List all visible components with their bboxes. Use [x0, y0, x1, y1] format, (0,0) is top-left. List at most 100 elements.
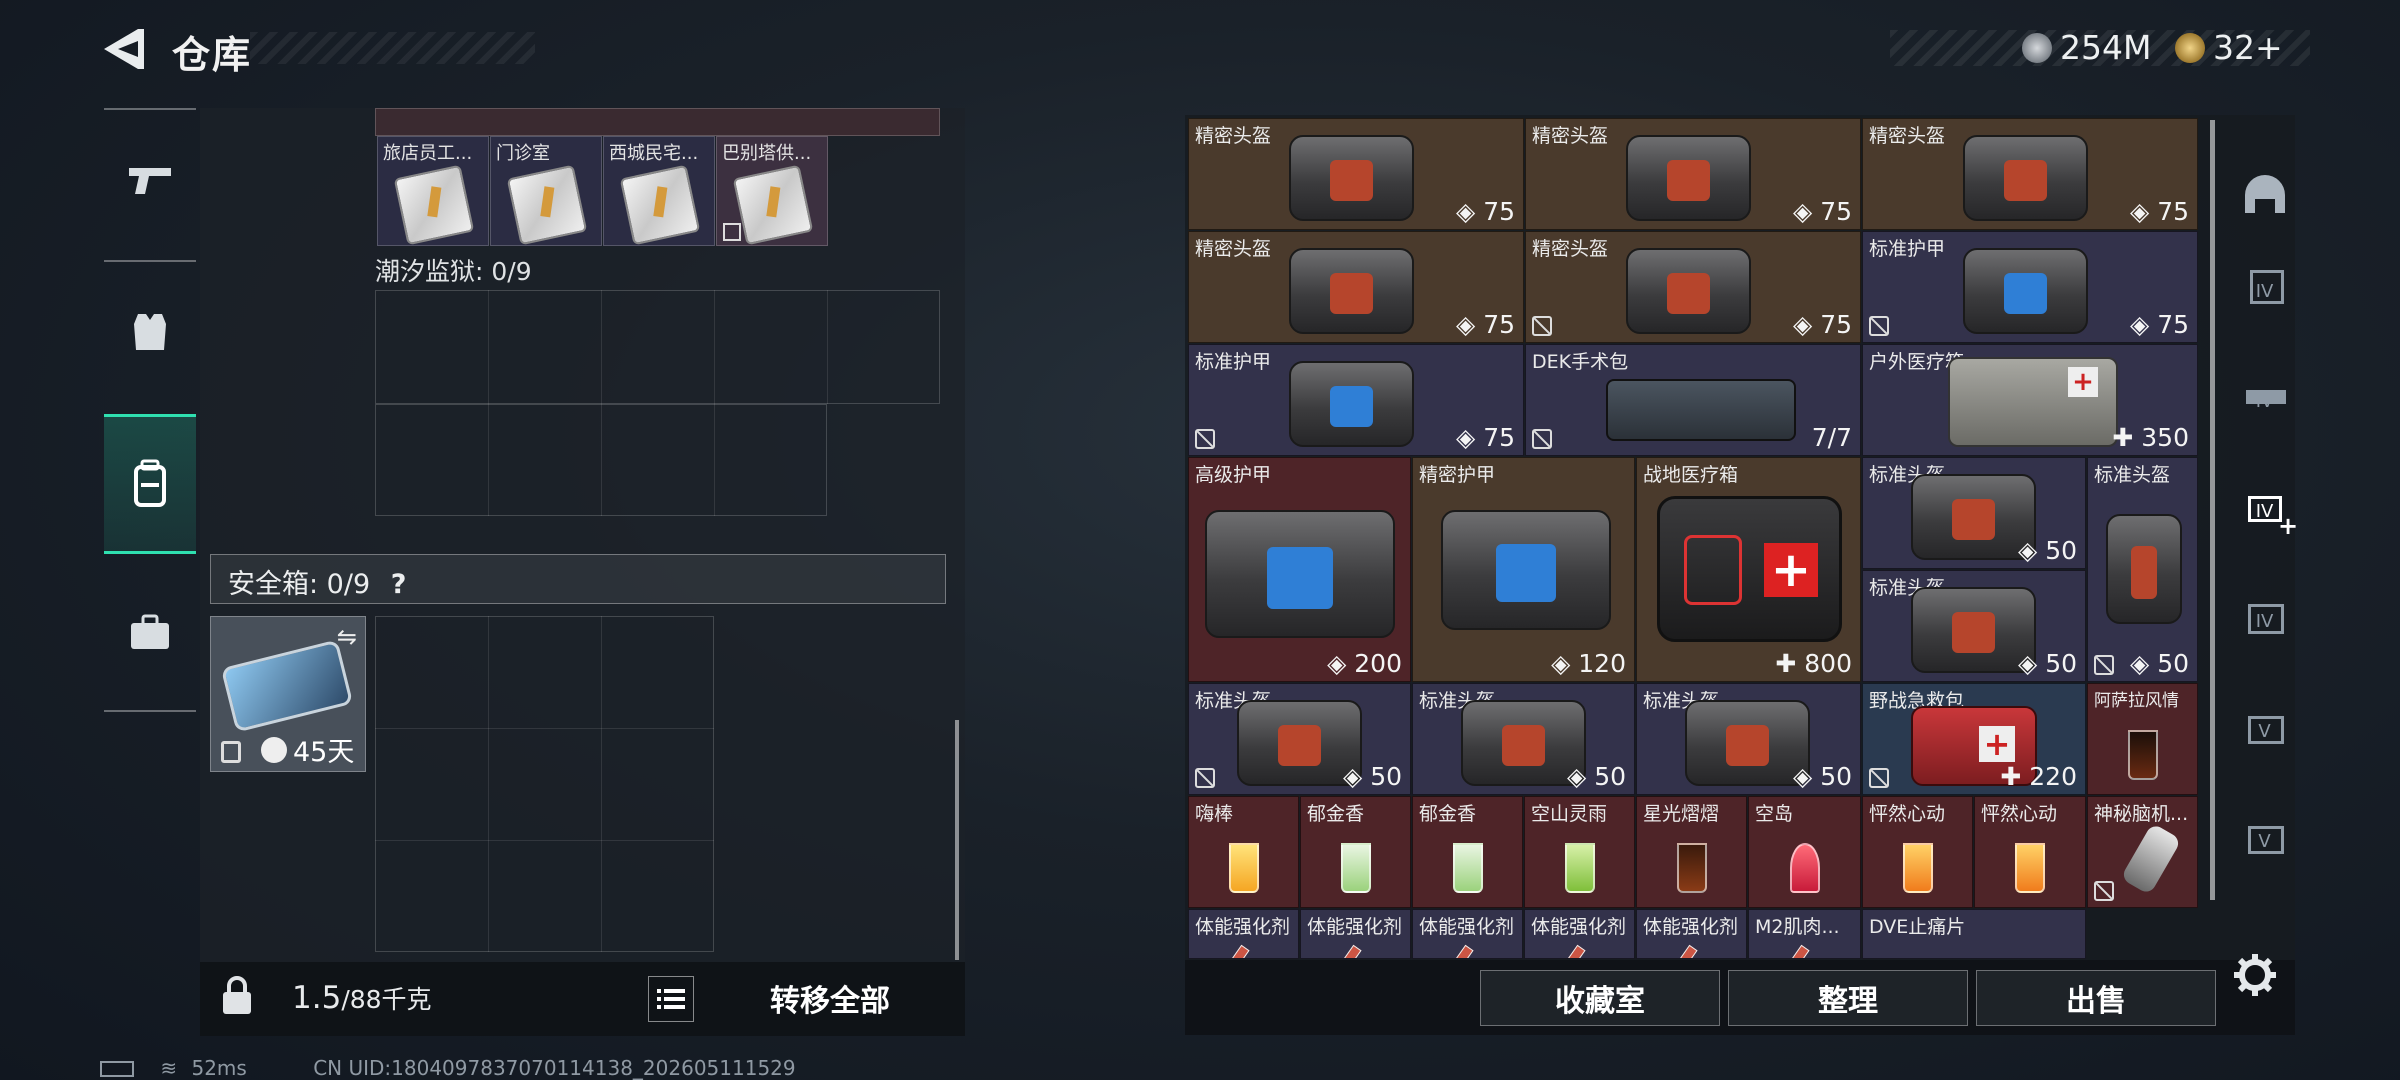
warehouse-item[interactable]: 星光熠熠: [1636, 796, 1747, 908]
safe-box-item[interactable]: ⇋ 45天: [210, 616, 366, 772]
warehouse-item[interactable]: 户外医疗箱 + ✚ 350: [1862, 344, 2198, 456]
warehouse-item[interactable]: 怦然心动: [1974, 796, 2086, 908]
rail-tab-armor[interactable]: [104, 262, 196, 402]
warehouse-item[interactable]: 体能强化剂: [1300, 909, 1411, 959]
ping-value: 52ms: [191, 1056, 247, 1080]
list-icon: [657, 989, 685, 1009]
item-name: DVE止痛片: [1869, 916, 1966, 938]
rail-tab-item-v2[interactable]: V: [2222, 786, 2307, 896]
item-name: 精密头盔: [1869, 125, 1946, 147]
warehouse-item[interactable]: M2肌肉...: [1748, 909, 1861, 959]
rail-tab-armor-iv[interactable]: IV: [2222, 236, 2307, 346]
warehouse-item[interactable]: DEK手术包 7/7: [1525, 344, 1861, 456]
organize-button[interactable]: 整理: [1728, 970, 1968, 1026]
item-name: DEK手术包: [1532, 351, 1629, 373]
item-name: 神秘脑机...: [2094, 803, 2189, 825]
rail-tab-toolbox[interactable]: [104, 562, 196, 702]
sell-button[interactable]: 出售: [1976, 970, 2216, 1026]
warehouse-item[interactable]: 标准护甲 ◈ 75: [1188, 344, 1524, 456]
item-heal-amount: ✚ 220: [2000, 762, 2077, 791]
weight-display: 1.5/88千克: [292, 980, 432, 1016]
loot-item-keycard[interactable]: 门诊室: [490, 136, 602, 246]
warehouse-item[interactable]: 空岛: [1748, 796, 1861, 908]
safe-box-grid[interactable]: [375, 616, 714, 952]
warehouse-item[interactable]: 野战急救包 + ✚ 220: [1862, 683, 2086, 795]
help-icon[interactable]: ?: [391, 569, 407, 600]
warehouse-item[interactable]: 郁金香: [1300, 796, 1411, 908]
warehouse-category-rail: IV IV IV + IV V V: [2222, 140, 2307, 940]
warehouse-item[interactable]: 体能强化剂: [1412, 909, 1523, 959]
rail-tab-helmet[interactable]: [2222, 140, 2307, 250]
shield-icon: ◈: [1551, 649, 1571, 678]
warehouse-item[interactable]: 空山灵雨: [1524, 796, 1635, 908]
list-view-button[interactable]: [648, 976, 694, 1022]
warehouse-item[interactable]: 体能强化剂: [1524, 909, 1635, 959]
rail-tab-backpack[interactable]: [104, 414, 196, 554]
plus-icon: ✚: [2000, 762, 2022, 791]
keycard-icon: [619, 164, 701, 245]
swap-icon: ⇋: [336, 623, 357, 651]
shield-icon: ◈: [2018, 536, 2038, 565]
left-scrollbar[interactable]: [955, 720, 959, 960]
warehouse-item[interactable]: 精密头盔 ◈ 75: [1525, 231, 1861, 343]
warehouse-item[interactable]: 精密护甲 ◈ 120: [1412, 457, 1635, 682]
item-durability: ◈ 75: [2130, 310, 2189, 339]
warehouse-item[interactable]: 神秘脑机...: [2087, 796, 2198, 908]
warehouse-item[interactable]: DVE止痛片: [1862, 909, 2086, 959]
warehouse-item[interactable]: 标准头盔 ◈ 50: [2087, 457, 2198, 682]
rail-tab-weapon-iv[interactable]: IV: [2222, 346, 2307, 456]
loot-item-keycard[interactable]: 旅店员工...: [377, 136, 489, 246]
pistol-icon: [129, 168, 171, 194]
item-name: 巴别塔供...: [722, 143, 812, 164]
grid-line: [601, 616, 602, 952]
warehouse-item[interactable]: 标准头盔 ◈ 50: [1862, 457, 2086, 569]
warehouse-item[interactable]: 郁金香: [1412, 796, 1523, 908]
warehouse-item[interactable]: 标准头盔 ◈ 50: [1636, 683, 1861, 795]
drink-icon: [1902, 843, 1933, 893]
helmet-case-icon: [1289, 248, 1414, 334]
rail-tab-medical-iv[interactable]: IV +: [2222, 456, 2307, 566]
warehouse-item[interactable]: 高级护甲 ◈ 200: [1188, 457, 1411, 682]
loot-item-keycard[interactable]: 西城民宅...: [603, 136, 715, 246]
shield-icon: ◈: [1456, 423, 1476, 452]
transfer-all-button[interactable]: 转移全部: [715, 968, 945, 1028]
status-bar: ≋ 52ms CN UID:1804097837070114138_202605…: [100, 1056, 796, 1080]
warehouse-item[interactable]: 精密头盔 ◈ 75: [1188, 118, 1524, 230]
warehouse-item[interactable]: 标准头盔 ◈ 50: [1188, 683, 1411, 795]
warehouse-item[interactable]: 体能强化剂: [1188, 909, 1299, 959]
armor-vest-icon: [134, 314, 166, 350]
coin-icon: [2022, 33, 2052, 63]
item-durability: ◈ 75: [2130, 197, 2189, 226]
not-tradable-icon: [1532, 429, 1552, 449]
warehouse-item[interactable]: 标准头盔 ◈ 50: [1412, 683, 1635, 795]
warehouse-scrollbar[interactable]: [2210, 120, 2215, 900]
warehouse-item[interactable]: 怦然心动: [1862, 796, 1973, 908]
shield-icon: ◈: [1327, 649, 1347, 678]
collection-room-button[interactable]: 收藏室: [1480, 970, 1720, 1026]
drink-icon: [2015, 843, 2045, 893]
syringe-icon: [1554, 944, 1586, 958]
rail-tab-ammo-iv[interactable]: IV: [2222, 566, 2307, 676]
warehouse-item[interactable]: 嗨棒: [1188, 796, 1299, 908]
not-tradable-icon: [723, 223, 741, 241]
rail-tab-weapons[interactable]: [104, 110, 196, 250]
loot-item-keycard[interactable]: 巴别塔供...: [716, 136, 828, 246]
prison-grid-row[interactable]: [375, 290, 940, 404]
item-name: M2肌肉...: [1755, 916, 1840, 938]
container-row-above: [375, 108, 940, 136]
warehouse-item[interactable]: 精密头盔 ◈ 75: [1862, 118, 2198, 230]
plus-icon: ✚: [2112, 423, 2134, 452]
item-tier-icon: [2248, 826, 2284, 854]
warehouse-item[interactable]: 标准护甲 ◈ 75: [1862, 231, 2198, 343]
warehouse-item[interactable]: 战地医疗箱 + ✚ 800: [1636, 457, 1861, 682]
title-decoration: [250, 32, 535, 64]
warehouse-item[interactable]: 体能强化剂: [1636, 909, 1747, 959]
back-button[interactable]: [100, 26, 150, 72]
warehouse-item[interactable]: 精密头盔 ◈ 75: [1525, 118, 1861, 230]
warehouse-item[interactable]: 标准头盔 ◈ 50: [1862, 570, 2086, 682]
warehouse-item[interactable]: 精密头盔 ◈ 75: [1188, 231, 1524, 343]
coin-value: 254M: [2060, 28, 2152, 67]
warehouse-item[interactable]: 阿萨拉风情: [2087, 683, 2198, 795]
settings-button[interactable]: [2232, 952, 2278, 998]
rail-tab-item-v[interactable]: V: [2222, 676, 2307, 786]
